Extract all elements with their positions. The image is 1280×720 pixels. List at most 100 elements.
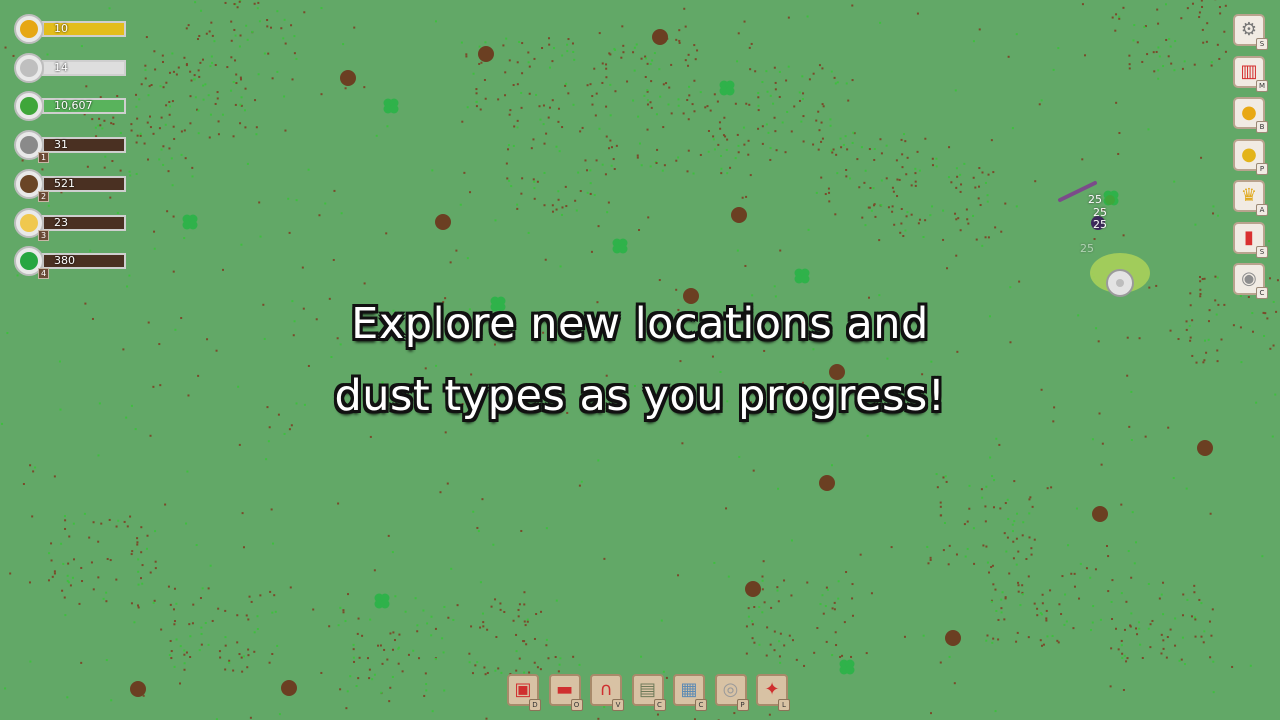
dirt-speck — [747, 153, 750, 156]
dirt-speck — [170, 657, 173, 660]
dirt-speck — [154, 560, 157, 563]
dirt-speck — [516, 203, 519, 206]
dirt-speck — [198, 649, 201, 652]
dirt-speck — [661, 169, 664, 172]
dirt-speck — [554, 656, 557, 659]
dirt-speck — [802, 92, 805, 95]
dirt-speck — [725, 148, 728, 151]
bag-button[interactable]: ▦ C — [673, 674, 707, 711]
dirt-speck — [1085, 567, 1088, 570]
dirt-speck — [522, 640, 525, 643]
dirt-speck — [959, 229, 962, 232]
damage-number: 25 — [1093, 218, 1107, 231]
dirt-speck — [195, 544, 198, 547]
dirt-speck — [257, 1, 260, 4]
dirt-speck — [507, 148, 510, 151]
dirt-speck — [230, 56, 233, 59]
dirt-speck — [412, 649, 415, 652]
disc-button[interactable]: ◎ P — [714, 674, 749, 711]
nozzle-button[interactable]: ∩ V — [590, 674, 624, 711]
dirt-speck — [9, 572, 12, 575]
dirt-speck — [162, 145, 165, 148]
dirt-speck — [872, 187, 875, 190]
dirt-speck — [1017, 550, 1020, 553]
boosts-button[interactable]: ● B — [1233, 97, 1268, 133]
dirt-speck — [978, 28, 981, 31]
dirt-speck — [947, 176, 950, 179]
dirt-speck — [827, 187, 830, 190]
dirt-speck — [942, 476, 945, 479]
dirt-speck — [1193, 591, 1196, 594]
dirt-speck — [456, 604, 459, 607]
dirt-speck — [1000, 611, 1003, 614]
dirt-speck — [622, 44, 625, 47]
dirt-speck — [1162, 613, 1165, 616]
dirt-speck — [352, 656, 355, 659]
dirt-speck — [874, 215, 877, 218]
dirt-speck — [821, 103, 824, 106]
dirt-speck — [97, 540, 100, 543]
dirt-speck — [217, 133, 220, 136]
dirt-speck — [662, 670, 665, 673]
dirt-speck — [548, 66, 551, 69]
dirt-speck — [175, 73, 178, 76]
dirt-speck — [1130, 576, 1133, 579]
dirt-speck — [1052, 68, 1055, 71]
dirt-speck — [988, 571, 991, 574]
dirt-speck — [536, 180, 539, 183]
dirt-speck — [250, 600, 253, 603]
dirt-speck — [841, 654, 844, 657]
dirt-speck — [675, 159, 678, 162]
dirt-speck — [247, 654, 250, 657]
dirt-speck — [818, 129, 821, 132]
achievements-button[interactable]: ♛ A — [1233, 180, 1268, 216]
dirt-speck — [523, 603, 526, 606]
dirt-speck — [749, 174, 752, 177]
dirt-speck — [757, 109, 760, 112]
dirt-speck — [564, 84, 567, 87]
dirt-speck — [1216, 214, 1219, 217]
shop-button[interactable]: ▥ M — [1233, 55, 1268, 92]
dirt-speck — [240, 96, 243, 99]
dirt-speck — [1126, 657, 1129, 660]
stats-button[interactable]: ▮ S — [1233, 221, 1268, 258]
dirt-speck — [1039, 639, 1042, 642]
dirt-speck — [829, 118, 832, 121]
dirt-speck — [906, 156, 909, 159]
dirt-speck — [837, 580, 840, 583]
dirt-speck — [230, 89, 233, 92]
dirt-speck — [543, 204, 546, 207]
dirt-speck — [632, 51, 635, 54]
dust-pile — [652, 29, 668, 45]
dirt-speck — [183, 56, 186, 59]
dirt-speck — [558, 663, 561, 666]
location-button[interactable]: ✦ L — [756, 674, 790, 711]
dirt-speck — [835, 644, 838, 647]
map-button[interactable]: ▤ C — [631, 674, 666, 711]
dirt-speck — [1090, 629, 1093, 632]
dirt-speck — [959, 190, 962, 193]
settings-button[interactable]: ⚙ S — [1233, 14, 1268, 50]
dirt-speck — [552, 47, 555, 50]
dirt-speck — [712, 138, 715, 141]
dirt-speck — [984, 520, 987, 523]
dirt-speck — [475, 88, 478, 91]
dirt-speck — [839, 655, 842, 658]
dirt-speck — [1191, 2, 1194, 5]
dirt-speck — [1006, 536, 1009, 539]
dirt-speck — [1147, 128, 1150, 131]
dirt-speck — [1114, 29, 1117, 32]
dirt-speck — [165, 81, 168, 84]
dirt-speck — [88, 536, 91, 539]
dirt-speck — [1138, 627, 1141, 630]
vacuum-button[interactable]: ▣ D — [507, 674, 541, 711]
dirt-speck — [1194, 635, 1197, 638]
coins-button[interactable]: ● P — [1233, 138, 1268, 175]
dirt-speck — [422, 609, 425, 612]
dirt-speck — [826, 588, 829, 591]
dirt-speck — [499, 602, 502, 605]
dirt-speck — [662, 83, 665, 86]
dirt-speck — [253, 631, 256, 634]
vehicle-button[interactable]: ▬ O — [548, 674, 583, 711]
dirt-speck — [85, 85, 88, 88]
